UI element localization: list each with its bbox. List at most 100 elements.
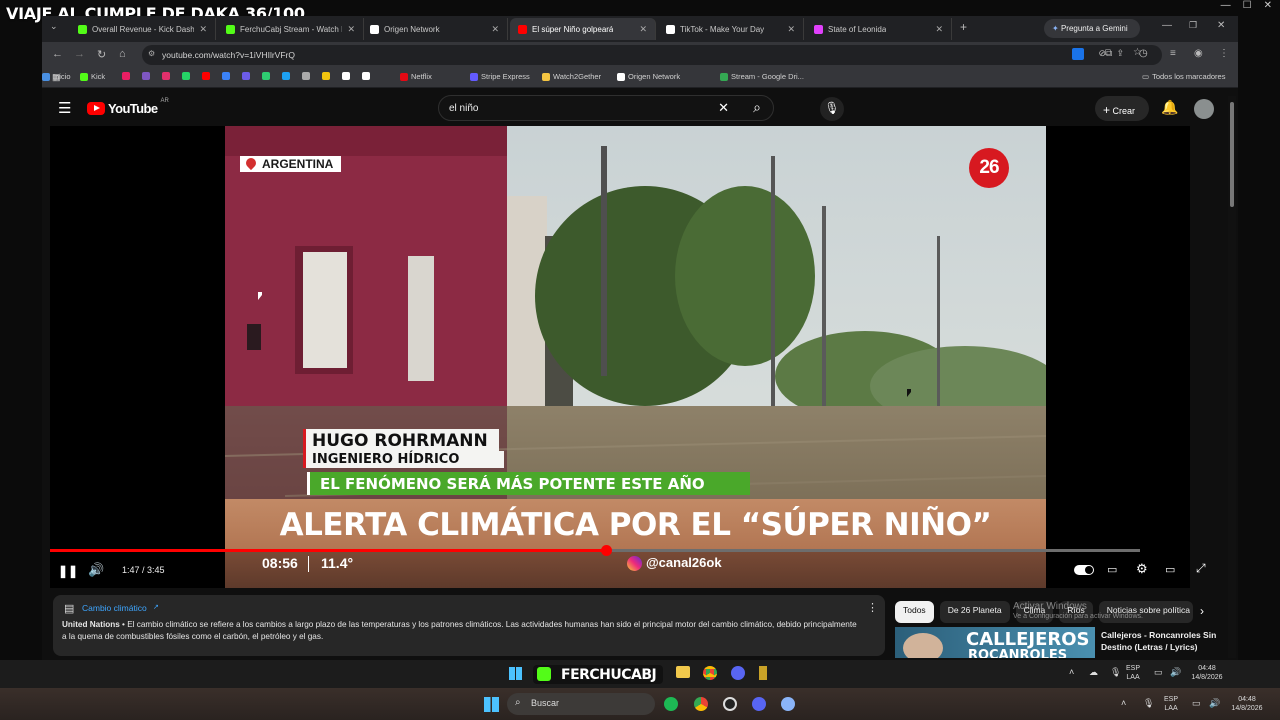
clear-search-icon[interactable]: ✕ xyxy=(718,100,729,116)
bookmark-shortcut-icon[interactable] xyxy=(302,72,310,80)
bookmark-item[interactable]: Kick xyxy=(80,72,105,81)
tray-chevron-icon[interactable]: ˄ xyxy=(1069,667,1074,677)
bookmark-shortcut-icon[interactable] xyxy=(282,72,290,80)
tray-chevron-icon[interactable]: ˄ xyxy=(1121,698,1126,708)
browser-tab[interactable]: El súper Niño golpeará ✕ xyxy=(510,18,656,40)
window-close-icon[interactable]: ✕ xyxy=(1217,20,1225,31)
bookmark-item[interactable]: Inicio xyxy=(42,72,71,81)
bookmark-item[interactable]: Stripe Express xyxy=(470,72,530,81)
bookmark-shortcut-icon[interactable] xyxy=(122,72,130,80)
home-icon[interactable]: ⌂ xyxy=(119,48,126,60)
bookmark-shortcut-icon[interactable] xyxy=(182,72,190,80)
related-thumbnail[interactable]: CALLEJEROS ROCANROLES xyxy=(895,627,1095,658)
video-frame[interactable]: ARGENTINA 26 HUGO ROHRMANN INGENIERO HÍD… xyxy=(225,126,1046,588)
bookmark-item[interactable]: Origen Network xyxy=(617,72,680,81)
new-tab-button[interactable]: + xyxy=(960,20,967,34)
settings-icon[interactable] xyxy=(781,697,795,711)
mic-icon[interactable]: 🎙 xyxy=(1110,667,1121,678)
search-input[interactable]: el niño ✕ ⌕ xyxy=(438,95,774,121)
app-icon[interactable] xyxy=(759,666,767,680)
address-bar[interactable]: ⚙ youtube.com/watch?v=1iVHIlrVFrQ ⊘ ⇪ ☆ xyxy=(142,45,1162,65)
video-player[interactable]: ARGENTINA 26 HUGO ROHRMANN INGENIERO HÍD… xyxy=(50,126,1190,588)
chips-next-icon[interactable]: › xyxy=(1200,604,1204,618)
search-icon[interactable]: ⌕ xyxy=(753,99,761,116)
speaker-icon[interactable]: 🔊 xyxy=(1170,667,1181,678)
discord-icon[interactable] xyxy=(731,666,745,680)
tab-close-icon[interactable]: ✕ xyxy=(199,24,207,35)
browser-tab[interactable]: Overall Revenue - Kick Dashbo ✕ xyxy=(70,18,216,40)
bookmark-item[interactable]: Stream - Google Dri... xyxy=(720,72,804,81)
mic-icon[interactable]: 🎙 xyxy=(1143,698,1154,709)
hamburger-menu-icon[interactable]: ☰ xyxy=(58,99,71,117)
voice-search-icon[interactable]: 🎙 xyxy=(820,97,844,121)
subtitles-icon[interactable]: ▭ xyxy=(1107,563,1117,576)
info-menu-icon[interactable]: ⋮ xyxy=(867,601,878,614)
chrome-icon[interactable] xyxy=(703,666,717,680)
discord-icon[interactable] xyxy=(752,697,766,711)
media-control-icon[interactable]: ≡ xyxy=(1170,48,1176,59)
menu-kebab-icon[interactable]: ⋮ xyxy=(1219,48,1229,59)
tab-close-icon[interactable]: ✕ xyxy=(639,24,647,35)
progress-bar[interactable] xyxy=(50,545,1140,556)
site-info-icon[interactable]: ⚙ xyxy=(148,49,155,58)
tab-close-icon[interactable]: ✕ xyxy=(935,24,943,35)
bookmark-shortcut-icon[interactable] xyxy=(222,72,230,80)
browser-tab[interactable]: TikTok - Make Your Day ✕ xyxy=(658,18,804,40)
bookmark-shortcut-icon[interactable] xyxy=(322,72,330,80)
tab-close-icon[interactable]: ✕ xyxy=(347,24,355,35)
bookmark-shortcut-icon[interactable] xyxy=(202,72,210,80)
maximize-icon[interactable]: ☐ xyxy=(1243,0,1252,14)
obs-icon[interactable] xyxy=(723,697,737,711)
filter-chip[interactable]: De 26 Planeta xyxy=(939,601,1010,623)
network-icon[interactable]: ▭ xyxy=(1192,698,1201,709)
gemini-button[interactable]: ✦ Pregunta a Gemini xyxy=(1044,19,1140,38)
volume-icon[interactable]: 🔊 xyxy=(88,562,104,578)
spotify-icon[interactable] xyxy=(664,697,678,711)
related-title[interactable]: Callejeros - Roncanroles Sin Destino (Le… xyxy=(1101,629,1219,653)
bookmark-shortcut-icon[interactable] xyxy=(162,72,170,80)
browser-tab[interactable]: Origen Network ✕ xyxy=(362,18,508,40)
close-icon[interactable]: ✕ xyxy=(1264,0,1272,14)
share-icon[interactable]: ⇪ xyxy=(1116,48,1124,59)
tab-search-icon[interactable]: ⌄ xyxy=(50,21,58,32)
speaker-icon[interactable]: 🔊 xyxy=(1209,698,1220,709)
windows-start-icon[interactable] xyxy=(509,667,522,680)
inner-language[interactable]: ESP LAA xyxy=(1126,664,1140,682)
bookmark-shortcut-icon[interactable] xyxy=(242,72,250,80)
filter-chip[interactable]: Todos xyxy=(895,601,934,623)
browser-tab[interactable]: FerchuCabj Stream - Watch Liv ✕ xyxy=(218,18,364,40)
windows-start-icon[interactable] xyxy=(484,697,499,712)
bookmark-item[interactable]: Netflix xyxy=(400,72,432,81)
tab-close-icon[interactable]: ✕ xyxy=(491,24,499,35)
history-icon[interactable]: ◷ xyxy=(1139,48,1148,59)
bookmark-shortcut-icon[interactable] xyxy=(342,72,350,80)
settings-gear-icon[interactable]: ⚙ xyxy=(1136,561,1148,577)
fullscreen-icon[interactable]: ⤢ xyxy=(1196,561,1206,576)
outer-language[interactable]: ESP LAA xyxy=(1164,695,1178,713)
browser-tab[interactable]: State of Leonida ✕ xyxy=(806,18,952,40)
avatar[interactable] xyxy=(1194,99,1214,119)
taskbar-search[interactable]: ⌕ Buscar xyxy=(507,693,655,715)
external-link-icon[interactable]: ↗ xyxy=(153,603,159,611)
bookmark-shortcut-icon[interactable] xyxy=(262,72,270,80)
translate-icon[interactable] xyxy=(1072,48,1084,60)
back-icon[interactable]: ← xyxy=(52,48,63,60)
reload-icon[interactable]: ↻ xyxy=(97,48,106,61)
window-restore-icon[interactable]: ❐ xyxy=(1189,20,1197,31)
autoplay-toggle[interactable] xyxy=(1074,565,1094,575)
chrome-icon[interactable] xyxy=(694,697,708,711)
info-topic-link[interactable]: Cambio climático xyxy=(82,603,147,613)
bookmark-shortcut-icon[interactable] xyxy=(142,72,150,80)
onedrive-icon[interactable]: ☁ xyxy=(1089,667,1098,678)
bookmark-item[interactable]: Watch2Gether xyxy=(542,72,601,81)
network-icon[interactable]: ▭ xyxy=(1154,667,1163,678)
bookmark-shortcut-icon[interactable] xyxy=(362,72,370,80)
minimize-icon[interactable]: — xyxy=(1221,0,1231,14)
all-bookmarks[interactable]: ▭ Todos los marcadores xyxy=(1142,72,1225,81)
tab-close-icon[interactable]: ✕ xyxy=(787,24,795,35)
create-button[interactable]: + Crear xyxy=(1095,96,1149,121)
theater-mode-icon[interactable]: ▭ xyxy=(1165,563,1175,576)
page-scrollbar[interactable] xyxy=(1228,96,1236,658)
inner-clock[interactable]: 04:48 14/8/2026 xyxy=(1188,664,1226,682)
forward-icon[interactable]: → xyxy=(74,48,85,60)
